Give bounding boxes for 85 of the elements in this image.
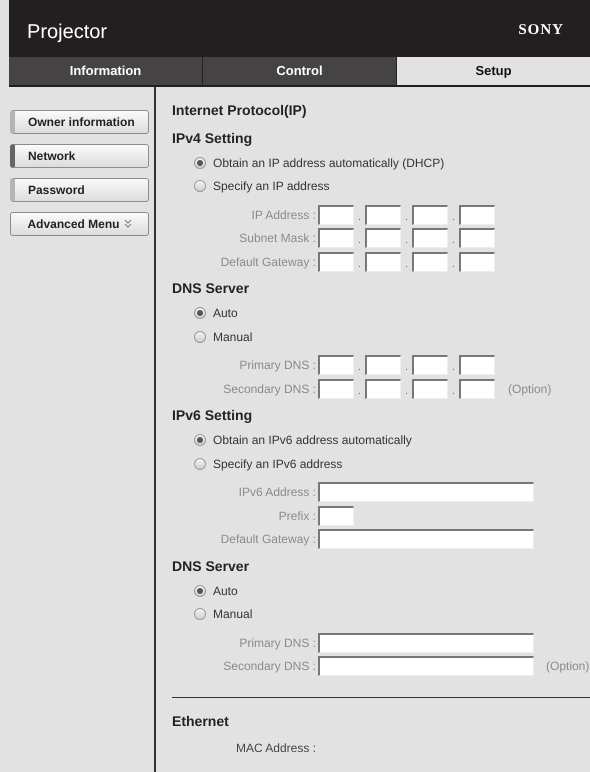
input-field[interactable] — [318, 355, 354, 376]
tab[interactable]: Information — [9, 57, 203, 85]
input-field[interactable] — [318, 656, 534, 676]
radio-label: Obtain an IPv6 address automatically — [213, 432, 412, 450]
option-note: (Option) — [546, 658, 590, 676]
brand-logo: SONY — [518, 21, 564, 40]
input-field[interactable] — [459, 204, 495, 225]
input-field[interactable] — [318, 378, 354, 399]
section-heading: DNS Server — [172, 279, 250, 298]
app-title: Projector — [27, 20, 108, 44]
input-field[interactable] — [318, 529, 534, 550]
input-field[interactable] — [412, 204, 448, 225]
input-field[interactable] — [459, 252, 495, 272]
option-note: (Option) — [508, 380, 552, 398]
input-field[interactable] — [318, 482, 534, 502]
radio-button[interactable] — [194, 156, 206, 169]
input-field[interactable] — [365, 355, 401, 376]
field-label: MAC Address : — [234, 740, 317, 757]
input-field[interactable] — [365, 204, 401, 225]
radio-label: Obtain an IP address automatically (DHCP) — [213, 154, 444, 172]
double-chevron-down-icon — [124, 219, 132, 229]
dot-separator: . — [357, 234, 362, 248]
input-field[interactable] — [412, 378, 448, 399]
field-label: Prefix : — [278, 508, 317, 525]
section-heading: DNS Server — [172, 556, 250, 576]
radio-label: Specify an IP address — [213, 178, 330, 196]
dot-separator: . — [404, 361, 409, 376]
dot-separator: . — [404, 234, 409, 248]
field-label: IPv6 Address : — [238, 484, 317, 502]
section-heading: IPv4 Setting — [172, 128, 252, 148]
field-label: Primary DNS : — [238, 634, 317, 652]
field-label: Secondary DNS : — [222, 658, 317, 676]
radio-button[interactable] — [194, 330, 206, 343]
input-field[interactable] — [412, 228, 448, 248]
field-label: Default Gateway : — [220, 531, 317, 548]
dot-separator: . — [357, 210, 362, 225]
input-field[interactable] — [318, 252, 354, 272]
input-field[interactable] — [318, 228, 354, 248]
input-field[interactable] — [459, 228, 495, 248]
radio-label: Auto — [213, 305, 238, 322]
field-label: Primary DNS : — [238, 357, 317, 374]
input-field[interactable] — [365, 252, 401, 272]
section-heading: Ethernet — [172, 712, 229, 730]
radio-button[interactable] — [194, 608, 206, 620]
dot-separator: . — [404, 384, 409, 399]
radio-label: Manual — [213, 606, 252, 624]
tab[interactable]: Control — [203, 57, 397, 85]
input-field[interactable] — [365, 378, 401, 399]
field-label: IP Address : — [250, 206, 317, 224]
tab[interactable]: Setup — [397, 57, 590, 85]
dot-separator: . — [404, 210, 409, 225]
dot-separator: . — [451, 258, 456, 272]
section-title: Internet Protocol(IP) — [172, 101, 308, 120]
dot-separator: . — [357, 361, 362, 376]
sidebar-button[interactable]: Owner information — [10, 110, 149, 134]
input-field[interactable] — [412, 252, 448, 272]
input-field[interactable] — [459, 378, 495, 399]
input-field[interactable] — [318, 506, 354, 526]
radio-button[interactable] — [194, 307, 206, 320]
radio-button[interactable] — [194, 180, 206, 192]
radio-button[interactable] — [194, 584, 206, 597]
input-field[interactable] — [365, 228, 401, 248]
field-label: Secondary DNS : — [222, 380, 317, 398]
dot-separator: . — [451, 210, 456, 225]
input-field[interactable] — [318, 204, 354, 225]
sidebar-button[interactable]: Password — [10, 178, 149, 202]
dot-separator: . — [451, 384, 456, 399]
dot-separator: . — [357, 384, 362, 399]
radio-label: Auto — [213, 582, 238, 600]
field-label: Subnet Mask : — [238, 230, 317, 248]
input-field[interactable] — [459, 355, 495, 376]
section-heading: IPv6 Setting — [172, 406, 252, 425]
input-field[interactable] — [412, 355, 448, 376]
sidebar-button[interactable]: Network — [10, 144, 149, 168]
radio-label: Manual — [213, 328, 252, 346]
sidebar-button[interactable]: Advanced Menu — [10, 212, 149, 236]
radio-button[interactable] — [194, 434, 206, 446]
input-field[interactable] — [318, 632, 534, 653]
dot-separator: . — [357, 258, 362, 272]
dot-separator: . — [451, 234, 456, 248]
radio-button[interactable] — [194, 458, 206, 470]
dot-separator: . — [404, 258, 409, 272]
field-label: Default Gateway : — [220, 254, 317, 271]
radio-label: Specify an IPv6 address — [213, 456, 342, 473]
dot-separator: . — [451, 361, 456, 376]
